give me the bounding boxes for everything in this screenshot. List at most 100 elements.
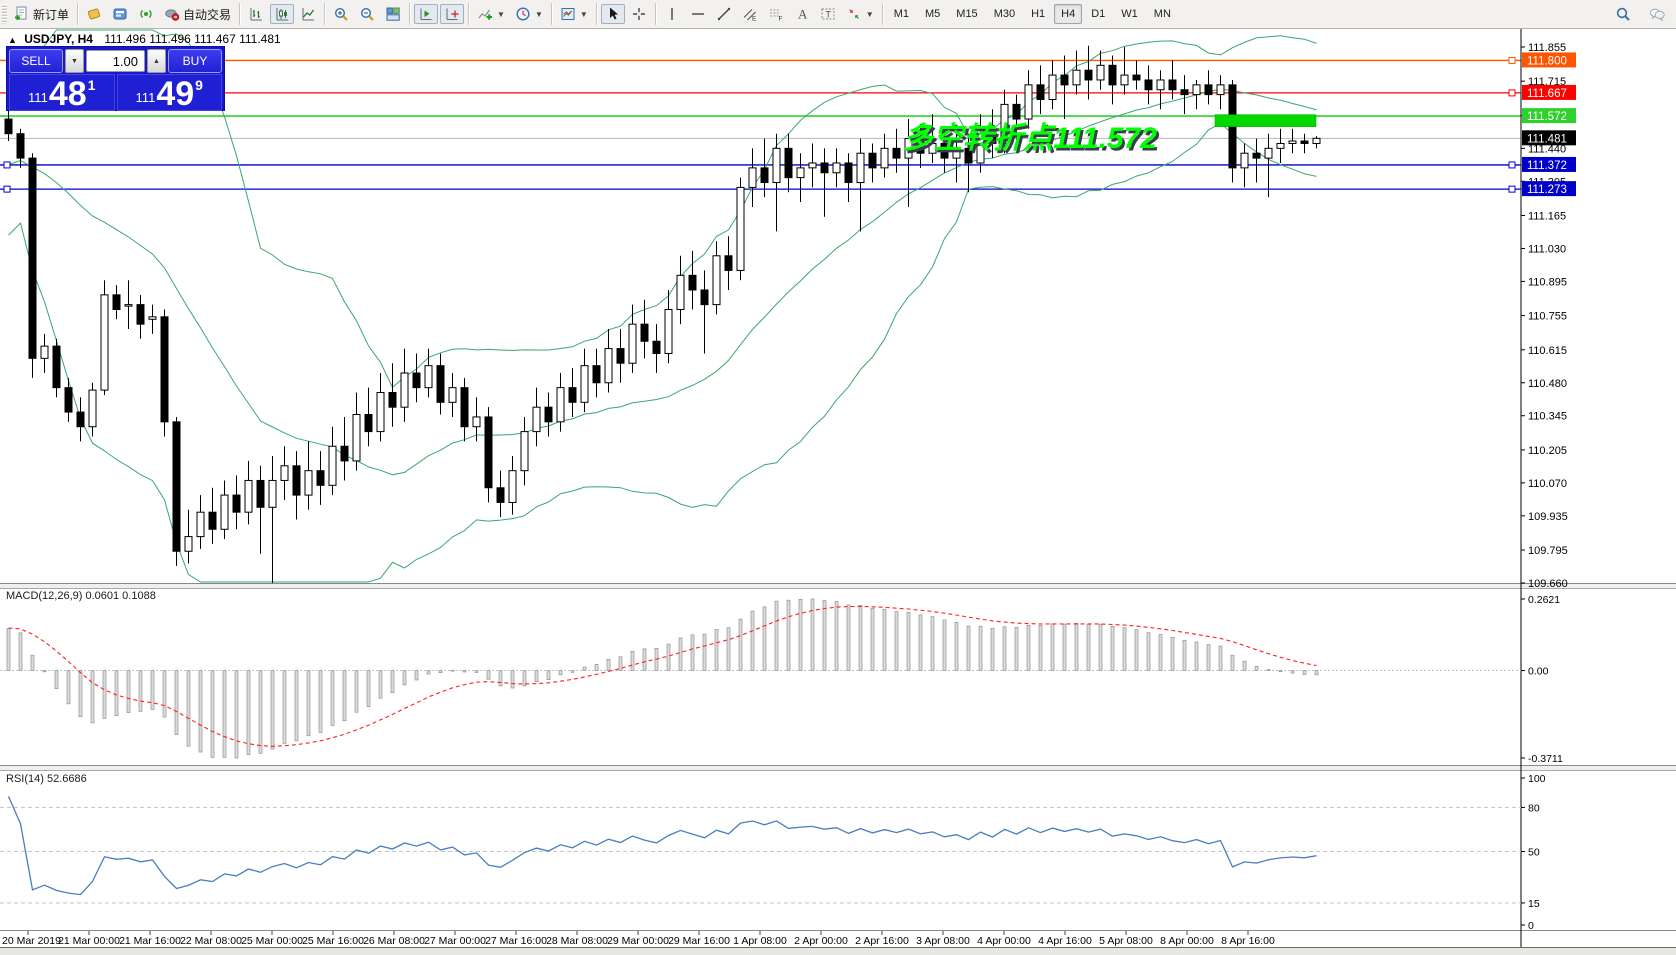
timeframe-h4-button[interactable]: H4 — [1054, 4, 1082, 24]
candle-body — [809, 163, 816, 168]
candle-body — [413, 373, 420, 388]
signals-button[interactable] — [134, 4, 158, 24]
macd-histogram-bar — [571, 671, 574, 673]
sell-button[interactable]: SELL — [9, 49, 63, 73]
sell-price-button[interactable]: 111 48 1 — [9, 74, 115, 111]
candlestick-button[interactable] — [270, 4, 294, 24]
macd-histogram-bar — [475, 671, 478, 673]
cursor-button[interactable] — [601, 4, 625, 24]
line-handle[interactable] — [1509, 186, 1515, 192]
trendline-button[interactable] — [712, 4, 736, 24]
candle-body — [1025, 85, 1032, 119]
line-handle[interactable] — [1509, 162, 1515, 168]
turning-point-zone[interactable] — [1215, 115, 1316, 127]
chart-shift-icon — [444, 6, 460, 22]
macd-histogram-bar — [115, 671, 118, 716]
timeframe-h1-button[interactable]: H1 — [1024, 4, 1052, 24]
price-tick-label: 110.070 — [1528, 478, 1567, 490]
line-handle[interactable] — [1509, 57, 1515, 63]
candle-body — [725, 256, 732, 271]
timeframe-w1-button[interactable]: W1 — [1114, 4, 1145, 24]
chart-shift-button[interactable] — [440, 4, 464, 24]
candle-body — [1013, 104, 1020, 119]
periods-button[interactable]: ▼ — [511, 4, 547, 24]
one-click-toggle-icon[interactable]: ▲ — [8, 35, 17, 45]
timeframe-m1-button[interactable]: M1 — [887, 4, 916, 24]
indicators-button[interactable]: ▼ — [473, 4, 509, 24]
zoom-in-button[interactable] — [329, 4, 353, 24]
candle-body — [293, 466, 300, 495]
candle-body — [893, 148, 900, 158]
candle-body — [1049, 75, 1056, 99]
candle-body — [653, 341, 660, 353]
time-label: 28 Mar 08:00 — [546, 935, 608, 947]
macd-histogram-bar — [247, 671, 250, 755]
vertical-line-button[interactable] — [660, 4, 684, 24]
candle-body — [269, 480, 276, 507]
zoom-in-icon — [333, 6, 349, 22]
auto-scroll-button[interactable] — [414, 4, 438, 24]
candle-body — [449, 388, 456, 403]
macd-histogram-bar — [715, 629, 718, 670]
crosshair-button[interactable] — [627, 4, 651, 24]
candle-body — [857, 153, 864, 182]
text-label-icon: T — [820, 6, 836, 22]
equidistant-channel-button[interactable]: E — [738, 4, 762, 24]
timeframe-m15-button[interactable]: M15 — [949, 4, 984, 24]
styles-button[interactable] — [82, 4, 106, 24]
macd-histogram-bar — [283, 671, 286, 744]
timeframe-m30-button[interactable]: M30 — [987, 4, 1022, 24]
arrows-button[interactable]: ▼ — [842, 4, 878, 24]
candle-body — [713, 256, 720, 305]
line-handle[interactable] — [4, 186, 10, 192]
line-handle[interactable] — [1509, 90, 1515, 96]
volume-input[interactable]: 1.00 — [86, 50, 145, 72]
candle-body — [173, 422, 180, 551]
horizontal-line-button[interactable] — [686, 4, 710, 24]
chat-button[interactable] — [1645, 4, 1669, 24]
charts-grid-button[interactable] — [108, 4, 132, 24]
horizontal-line-icon — [690, 6, 706, 22]
new-order-button[interactable]: 新订单 — [10, 4, 73, 24]
candle-body — [641, 324, 648, 341]
line-handle[interactable] — [4, 162, 10, 168]
timeframe-mn-button[interactable]: MN — [1147, 4, 1178, 24]
panel-splitter[interactable] — [0, 584, 1676, 588]
volume-up-button[interactable]: ▲ — [147, 49, 166, 73]
candle-body — [545, 407, 552, 422]
new-order-icon — [14, 6, 30, 22]
macd-histogram-bar — [1315, 671, 1318, 675]
candle-body — [629, 324, 636, 363]
level-price-label: 111.800 — [1527, 55, 1567, 67]
volume-down-button[interactable]: ▼ — [65, 49, 84, 73]
macd-histogram-bar — [967, 626, 970, 671]
macd-histogram-bar — [79, 671, 82, 717]
text-label-button[interactable]: T — [816, 4, 840, 24]
price-chart-svg[interactable]: 多空转折点111.572多空转折点111.572111.855111.71511… — [0, 0, 1676, 955]
auto-scroll-icon — [418, 6, 434, 22]
annotation-text[interactable]: 多空转折点111.572 — [903, 122, 1157, 155]
zoom-out-button[interactable] — [355, 4, 379, 24]
line-chart-button[interactable] — [296, 4, 320, 24]
buy-button[interactable]: BUY — [168, 49, 222, 73]
level-price-label: 111.372 — [1527, 160, 1567, 172]
buy-price-button[interactable]: 111 49 9 — [117, 74, 223, 111]
timeframe-m5-button[interactable]: M5 — [918, 4, 947, 24]
panel-splitter[interactable] — [0, 766, 1676, 770]
search-button[interactable] — [1611, 4, 1635, 24]
macd-histogram-bar — [1051, 624, 1054, 671]
macd-histogram-bar — [595, 664, 598, 670]
tile-windows-button[interactable] — [381, 4, 405, 24]
fibonacci-button[interactable]: F — [764, 4, 788, 24]
bar-chart-button[interactable] — [244, 4, 268, 24]
timeframe-d1-button[interactable]: D1 — [1084, 4, 1112, 24]
autotrade-button[interactable]: 自动交易 — [160, 4, 235, 24]
text-button[interactable]: A — [790, 4, 814, 24]
candle-body — [1289, 141, 1296, 143]
templates-button[interactable]: ▼ — [556, 4, 592, 24]
macd-histogram-bar — [859, 606, 862, 671]
price-tick-label: 110.895 — [1528, 276, 1567, 288]
macd-histogram-bar — [55, 671, 58, 689]
candle-body — [1133, 75, 1140, 80]
macd-histogram-bar — [199, 671, 202, 752]
